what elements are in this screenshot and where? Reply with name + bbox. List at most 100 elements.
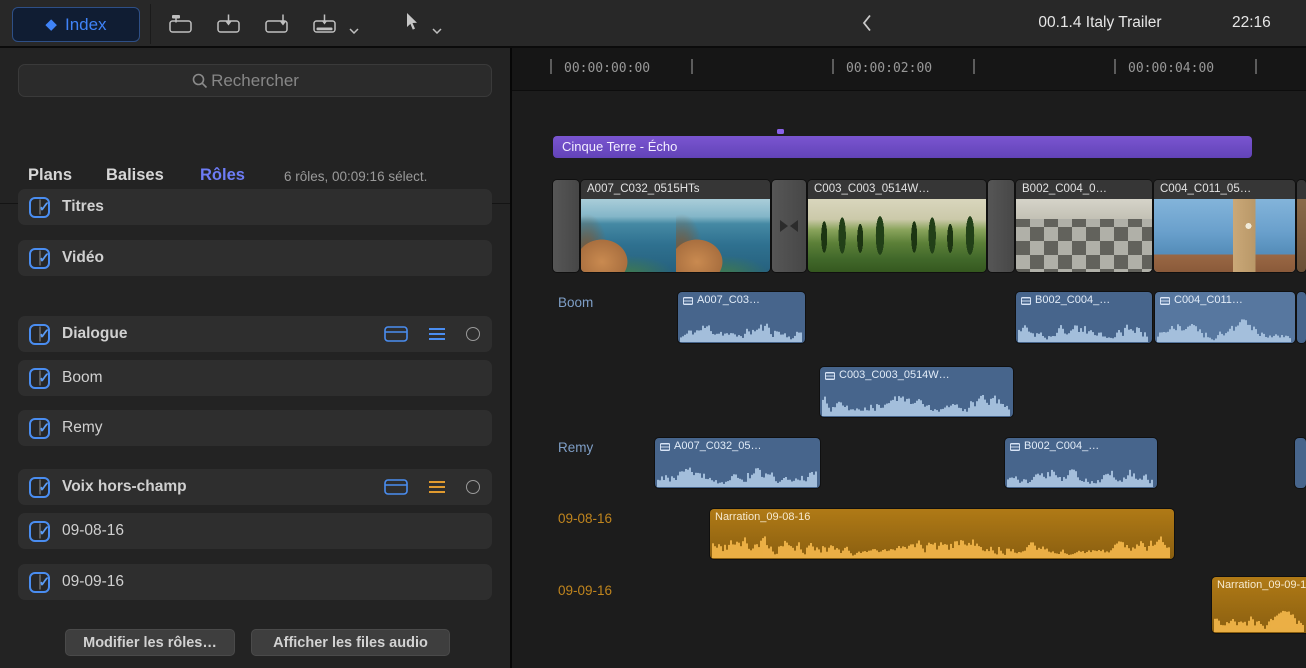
- checkbox-boom[interactable]: ✓: [29, 368, 50, 389]
- audio-clip-name: A007_C032_05…: [674, 438, 761, 455]
- role-label: Dialogue: [62, 325, 127, 343]
- role-row-video[interactable]: ✓ Vidéo: [18, 240, 492, 276]
- tool-options-chevron[interactable]: [432, 21, 442, 27]
- video-clip-partial[interactable]: [1297, 180, 1306, 272]
- purple-marker[interactable]: [777, 129, 784, 134]
- checkbox-video[interactable]: ✓: [29, 248, 50, 269]
- video-thumbnail: [1297, 199, 1306, 272]
- role-label: Titres: [62, 198, 104, 216]
- lane-label-remy: Remy: [558, 440, 593, 455]
- checkbox-dialogue[interactable]: ✓: [29, 324, 50, 345]
- audio-clip-icon: [825, 372, 835, 380]
- solo-role-icon[interactable]: [466, 327, 480, 341]
- waveform: [657, 461, 818, 487]
- audio-clip[interactable]: B002_C004_…: [1016, 292, 1152, 343]
- audio-clip-partial[interactable]: [1297, 292, 1306, 343]
- overwrite-edit-icon: [312, 14, 338, 34]
- audio-clip-icon: [1160, 297, 1170, 305]
- checkbox-09-08-16[interactable]: ✓: [29, 521, 50, 542]
- ruler-tick: [550, 59, 552, 74]
- append-edit-icon: [264, 14, 290, 34]
- show-audio-lanes-icon[interactable]: [384, 479, 408, 495]
- narration-audio-clip[interactable]: Narration_09-08-16: [710, 509, 1174, 559]
- title-clip[interactable]: Cinque Terre - Écho: [553, 136, 1252, 158]
- audio-clip-partial[interactable]: [1295, 438, 1306, 488]
- narration-audio-clip[interactable]: Narration_09-09-16: [1212, 577, 1306, 633]
- edit-options-chevron[interactable]: [349, 21, 359, 27]
- video-clip[interactable]: C003_C003_0514W…: [808, 180, 986, 272]
- edit-roles-button[interactable]: Modifier les rôles…: [65, 629, 235, 656]
- ruler-tick: [832, 59, 834, 74]
- checkbox-voix-hors-champ[interactable]: ✓: [29, 477, 50, 498]
- collapse-browser-button[interactable]: [862, 14, 872, 32]
- ruler-timecode: 00:00:04:00: [1128, 61, 1214, 76]
- audio-clip-name: A007_C03…: [697, 292, 760, 309]
- show-audio-lanes-icon[interactable]: [384, 326, 408, 342]
- ruler-tick: [973, 59, 975, 74]
- solo-role-icon[interactable]: [466, 480, 480, 494]
- search-input[interactable]: [18, 64, 492, 97]
- role-row-controls: [384, 469, 480, 505]
- insert-edit-button[interactable]: [214, 12, 244, 36]
- checkbox-09-09-16[interactable]: ✓: [29, 572, 50, 593]
- audio-clip[interactable]: A007_C032_05…: [655, 438, 820, 488]
- connect-edit-icon: [168, 14, 194, 34]
- toolbar: ◆ Index: [0, 0, 1306, 48]
- tab-roles[interactable]: Rôles: [200, 166, 245, 185]
- role-label: 09-09-16: [62, 573, 124, 591]
- role-row-09-08-16[interactable]: ✓ 09-08-16: [18, 513, 492, 549]
- role-row-boom[interactable]: ✓ Boom: [18, 360, 492, 396]
- ruler-tick: [691, 59, 693, 74]
- transition-clip[interactable]: [988, 180, 1014, 272]
- audio-clip[interactable]: C003_C003_0514W…: [820, 367, 1013, 417]
- video-clip[interactable]: C004_C011_05…: [1154, 180, 1295, 272]
- audio-clip-name: C003_C003_0514W…: [839, 367, 950, 384]
- focus-role-icon[interactable]: [428, 480, 446, 494]
- lane-label-09-08-16: 09-08-16: [558, 511, 612, 526]
- final-cut-pro-window: ◆ Index: [0, 0, 1306, 668]
- audio-clip-name: B002_C004_…: [1035, 292, 1110, 309]
- role-row-voix-hors-champ[interactable]: ✓ Voix hors-champ: [18, 469, 492, 505]
- transition-icon: [778, 218, 800, 234]
- overwrite-edit-button[interactable]: [310, 12, 340, 36]
- chevron-down-icon: [432, 28, 442, 34]
- video-thumbnail-cypress: [808, 199, 986, 272]
- waveform: [822, 390, 1011, 416]
- video-clip-name: C003_C003_0514W…: [808, 180, 986, 199]
- role-row-09-09-16[interactable]: ✓ 09-09-16: [18, 564, 492, 600]
- checkbox-remy[interactable]: ✓: [29, 418, 50, 439]
- transition-clip[interactable]: [772, 180, 806, 272]
- index-diamond-icon: ◆: [45, 17, 57, 32]
- checkbox-titres[interactable]: ✓: [29, 197, 50, 218]
- role-row-titres[interactable]: ✓ Titres: [18, 189, 492, 225]
- connect-edit-button[interactable]: [166, 12, 196, 36]
- tab-plans[interactable]: Plans: [28, 166, 72, 185]
- append-edit-button[interactable]: [262, 12, 292, 36]
- tab-balises[interactable]: Balises: [106, 166, 164, 185]
- audio-clip-name: B002_C004_…: [1024, 438, 1099, 455]
- ruler-tick: [1114, 59, 1116, 74]
- timeline-ruler[interactable]: 00:00:00:00 00:00:02:00 00:00:04:00: [512, 48, 1306, 91]
- role-label: Voix hors-champ: [62, 478, 187, 496]
- audio-clip-icon: [683, 297, 693, 305]
- show-audio-lanes-button[interactable]: Afficher les files audio: [251, 629, 450, 656]
- transition-clip[interactable]: [553, 180, 579, 272]
- timeline: 00:00:00:00 00:00:02:00 00:00:04:00 Cinq…: [512, 48, 1306, 668]
- video-thumbnail-plaza: [1016, 199, 1152, 272]
- audio-clip[interactable]: C004_C011…: [1155, 292, 1295, 343]
- timeline-index-panel: Plans Balises Rôles 6 rôles, 00:09:16 sé…: [0, 48, 511, 668]
- video-clip[interactable]: B002_C004_0…: [1016, 180, 1152, 272]
- audio-clip[interactable]: A007_C03…: [678, 292, 805, 343]
- toolbar-separator: [150, 4, 151, 44]
- video-clip[interactable]: A007_C032_0515HTs: [581, 180, 770, 272]
- index-toggle-button[interactable]: ◆ Index: [12, 7, 140, 42]
- project-title: 00.1.4 Italy Trailer: [990, 14, 1210, 32]
- chevron-left-icon: [862, 14, 872, 32]
- role-row-dialogue[interactable]: ✓ Dialogue: [18, 316, 492, 352]
- audio-clip-name: C004_C011…: [1174, 292, 1243, 309]
- audio-clip[interactable]: B002_C004_…: [1005, 438, 1157, 488]
- index-button-label: Index: [65, 15, 107, 35]
- role-row-remy[interactable]: ✓ Remy: [18, 410, 492, 446]
- focus-role-icon[interactable]: [428, 327, 446, 341]
- arrow-tool-button[interactable]: [405, 13, 421, 33]
